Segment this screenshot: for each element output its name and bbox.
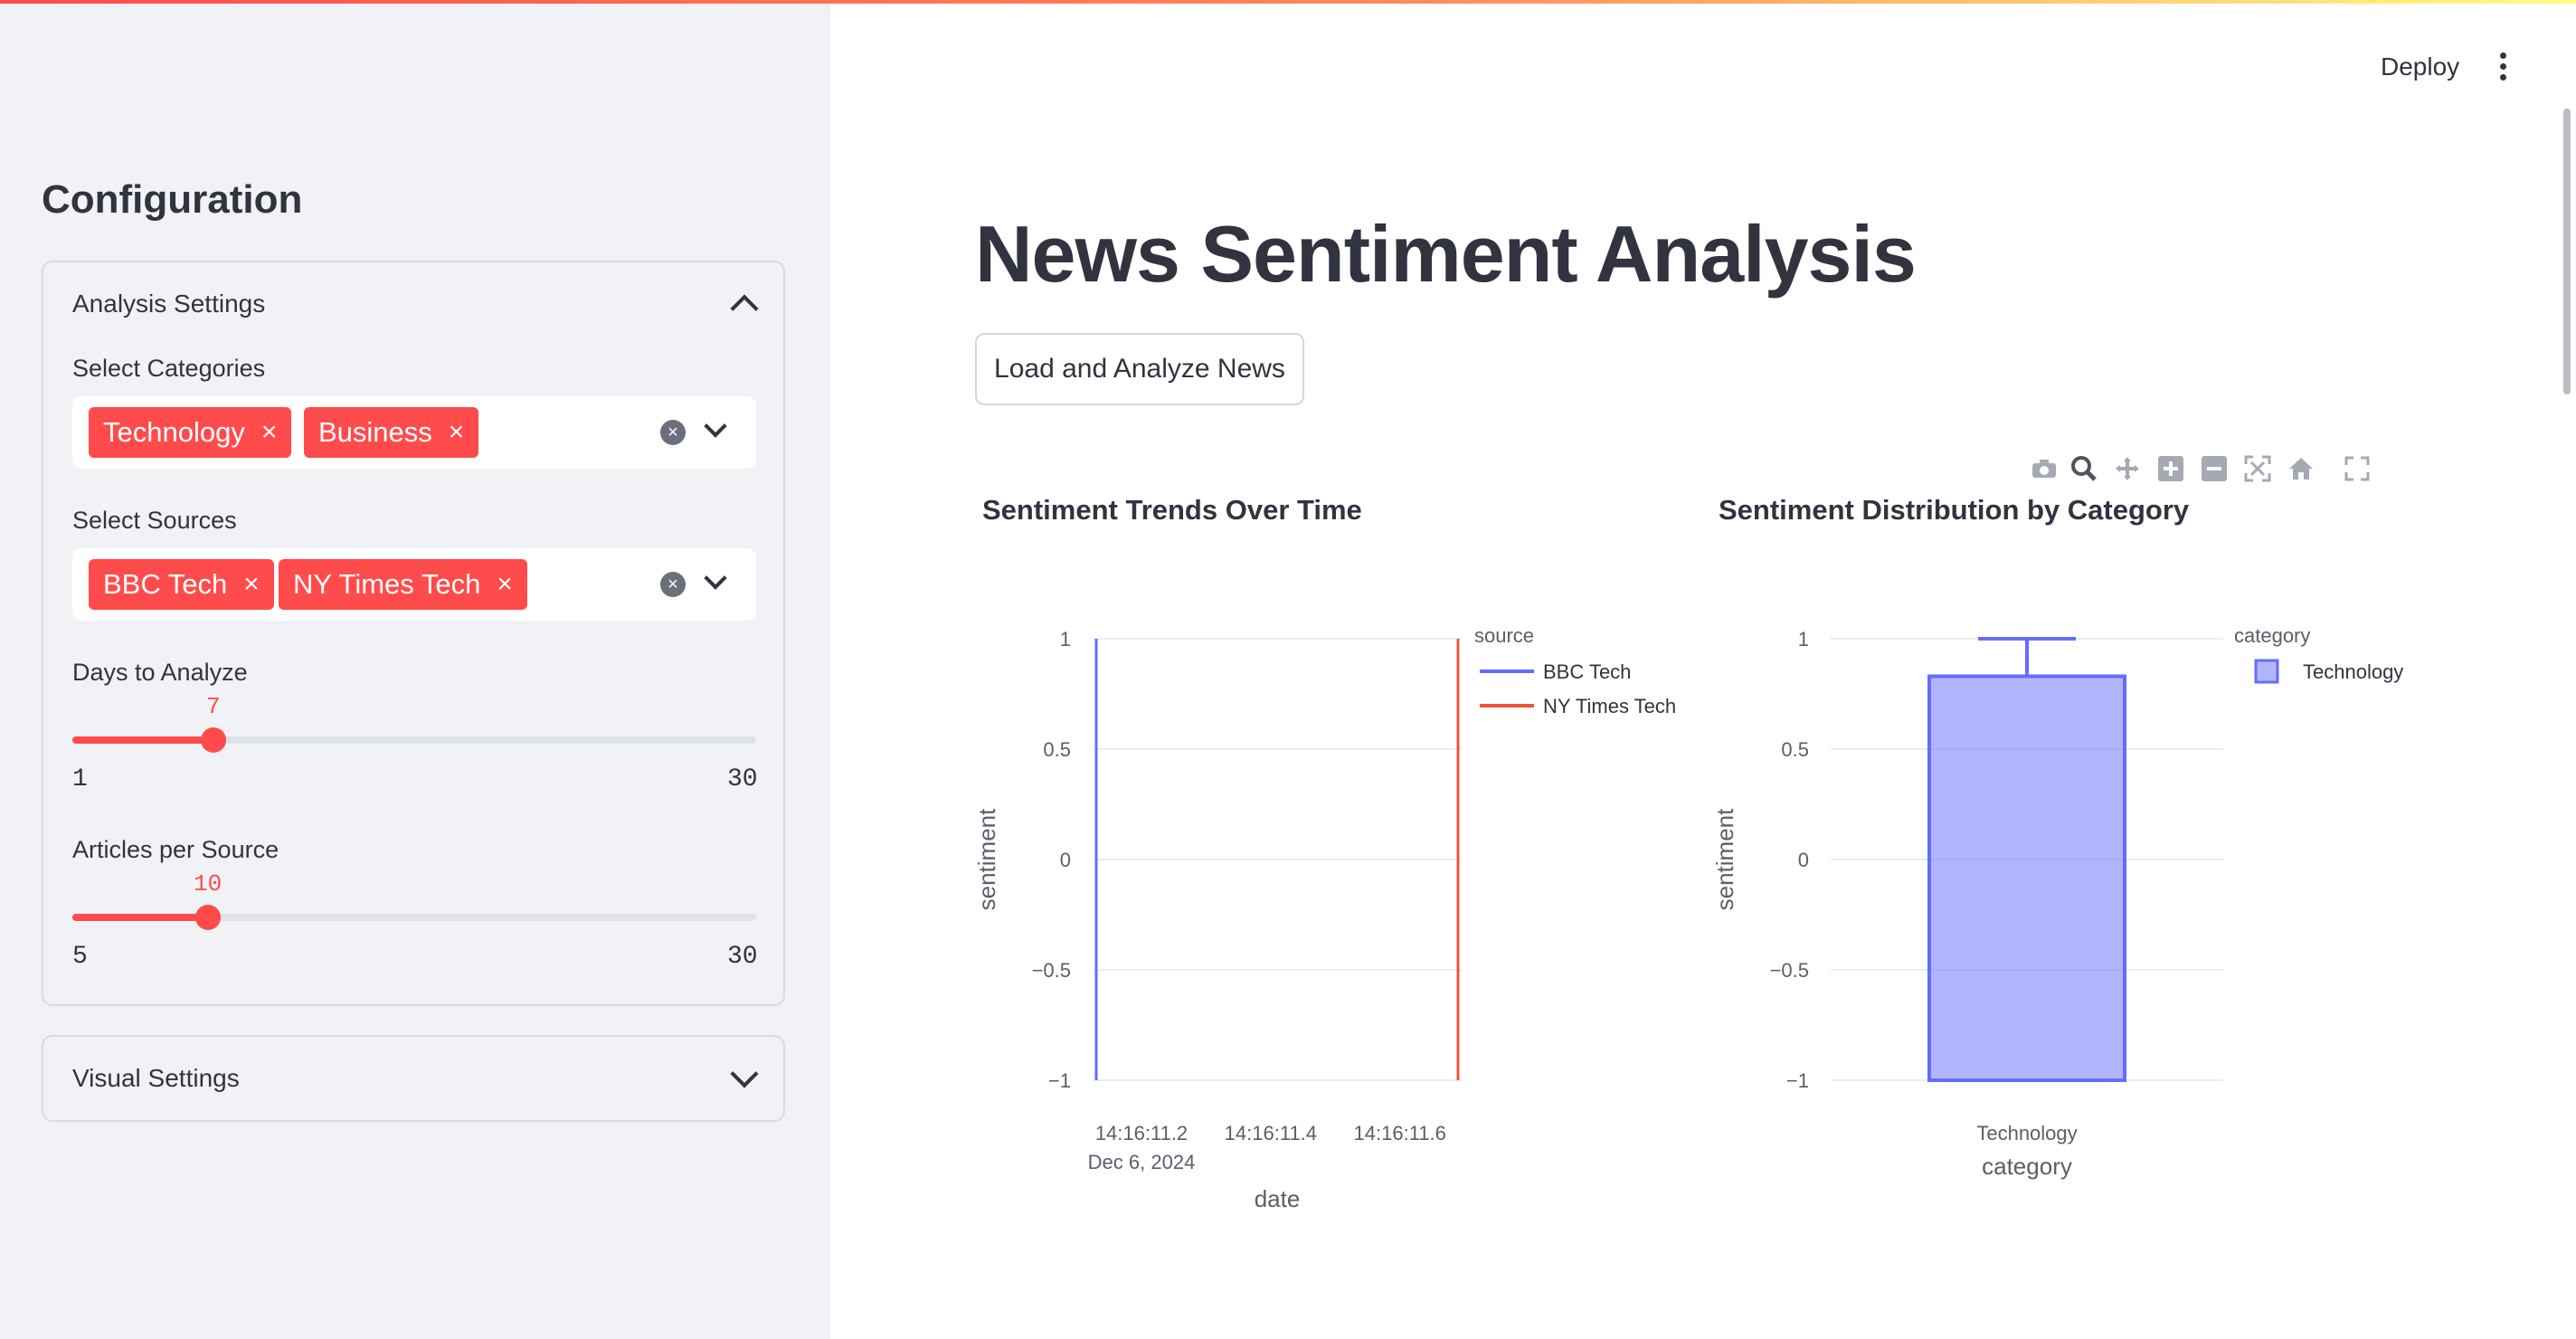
legend-title: category	[2234, 624, 2310, 647]
articles-slider-value: 10	[194, 870, 223, 897]
box-technology	[1927, 674, 2126, 1082]
days-slider-max: 30	[727, 765, 758, 793]
articles-slider[interactable]	[72, 905, 756, 930]
legend-label: Technology	[2303, 660, 2403, 683]
y-axis-label: sentiment	[973, 808, 1000, 910]
tag-bbc-tech: BBC Tech ×	[89, 559, 274, 610]
days-slider-thumb[interactable]	[201, 727, 226, 753]
x-tick-sublabel: Dec 6, 2024	[1088, 1151, 1196, 1173]
clear-all-icon[interactable]: ×	[660, 572, 686, 597]
sidebar-title: Configuration	[42, 177, 303, 222]
y-tick-label: 0	[1060, 849, 1071, 871]
remove-tag-icon[interactable]: ×	[449, 417, 465, 448]
load-and-analyze-button[interactable]: Load and Analyze News	[975, 333, 1304, 405]
y-tick-label: −0.5	[1770, 959, 1809, 982]
y-tick-label: 0	[1798, 849, 1809, 871]
sentiment-trends-chart[interactable]: 1 0.5 0 −0.5 −1 14:16:11.2 Dec 6, 2024 14:16:11…	[968, 579, 1691, 1230]
y-tick-label: −0.5	[1032, 959, 1071, 982]
x-tick-label: 14:16:11.2	[1095, 1122, 1188, 1144]
top-decoration-bar	[0, 0, 2576, 4]
articles-slider-fill	[72, 914, 208, 921]
deploy-button[interactable]: Deploy	[2361, 43, 2479, 90]
zoom-icon[interactable]	[2066, 451, 2102, 487]
articles-slider-min: 5	[72, 943, 88, 971]
chart-title-distribution: Sentiment Distribution by Category	[1719, 494, 2190, 526]
chevron-down-icon[interactable]	[704, 566, 727, 590]
visual-settings-header[interactable]: Visual Settings	[72, 1037, 759, 1120]
x-tick-label: 14:16:11.6	[1354, 1122, 1446, 1144]
y-tick-label: −1	[1048, 1069, 1071, 1092]
x-tick-label: Technology	[1976, 1122, 2077, 1144]
sidebar: Configuration Analysis Settings Select C…	[0, 0, 830, 1339]
articles-label: Articles per Source	[72, 836, 279, 863]
chevron-down-icon[interactable]	[704, 414, 727, 438]
zoom-out-icon[interactable]	[2196, 451, 2232, 487]
x-tick-label: 14:16:11.4	[1225, 1122, 1317, 1144]
clear-all-icon[interactable]: ×	[660, 420, 686, 445]
autoscale-icon[interactable]	[2240, 451, 2276, 487]
visual-settings-expander: Visual Settings	[42, 1035, 785, 1122]
camera-icon[interactable]	[2026, 451, 2062, 487]
remove-tag-icon[interactable]: ×	[243, 569, 260, 600]
y-tick-label: 1	[1798, 628, 1809, 651]
zoom-in-icon[interactable]	[2153, 451, 2189, 487]
days-slider[interactable]	[72, 727, 756, 753]
fullscreen-icon[interactable]	[2339, 451, 2375, 487]
y-tick-label: −1	[1786, 1069, 1809, 1092]
page-title: News Sentiment Analysis	[975, 209, 1917, 299]
articles-slider-max: 30	[727, 943, 758, 971]
more-options-icon[interactable]	[2489, 49, 2516, 85]
legend-title: source	[1474, 624, 1534, 647]
articles-slider-thumb[interactable]	[195, 905, 221, 930]
tag-ny-times-tech: NY Times Tech ×	[279, 559, 527, 610]
sentiment-distribution-chart[interactable]: 1 0.5 0 −0.5 −1 Technology category sentiment ca…	[1700, 579, 2478, 1230]
remove-tag-icon[interactable]: ×	[261, 417, 278, 448]
chevron-up-icon	[730, 294, 759, 323]
analysis-settings-header[interactable]: Analysis Settings	[72, 262, 759, 346]
sources-label: Select Sources	[72, 507, 237, 534]
chart-title-trends: Sentiment Trends Over Time	[982, 494, 1362, 526]
legend-label: NY Times Tech	[1543, 695, 1676, 717]
legend-label: BBC Tech	[1543, 660, 1631, 683]
legend-swatch	[2254, 659, 2279, 684]
y-tick-label: 1	[1060, 628, 1071, 651]
days-label: Days to Analyze	[72, 659, 248, 686]
days-slider-min: 1	[72, 765, 88, 793]
categories-label: Select Categories	[72, 355, 266, 382]
sources-multiselect[interactable]: BBC Tech × NY Times Tech × ×	[72, 548, 756, 621]
x-axis-label: date	[1255, 1185, 1301, 1212]
tag-technology: Technology ×	[89, 407, 292, 458]
pan-icon[interactable]	[2109, 451, 2145, 487]
categories-multiselect[interactable]: Technology × Business × ×	[72, 396, 756, 469]
analysis-settings-expander: Analysis Settings Select Categories Tech…	[42, 261, 785, 1006]
days-slider-fill	[72, 736, 213, 744]
reset-axes-icon[interactable]	[2283, 451, 2319, 487]
y-axis-label: sentiment	[1711, 808, 1738, 910]
visual-settings-label: Visual Settings	[72, 1064, 240, 1092]
chevron-down-icon	[730, 1059, 759, 1088]
y-tick-label: 0.5	[1781, 738, 1809, 761]
tag-business: Business ×	[304, 407, 479, 458]
y-tick-label: 0.5	[1043, 738, 1071, 761]
days-slider-value: 7	[206, 693, 221, 720]
x-axis-label: category	[1982, 1153, 2072, 1180]
analysis-settings-label: Analysis Settings	[72, 290, 266, 318]
main-scrollbar[interactable]	[2563, 109, 2571, 394]
remove-tag-icon[interactable]: ×	[497, 569, 513, 600]
